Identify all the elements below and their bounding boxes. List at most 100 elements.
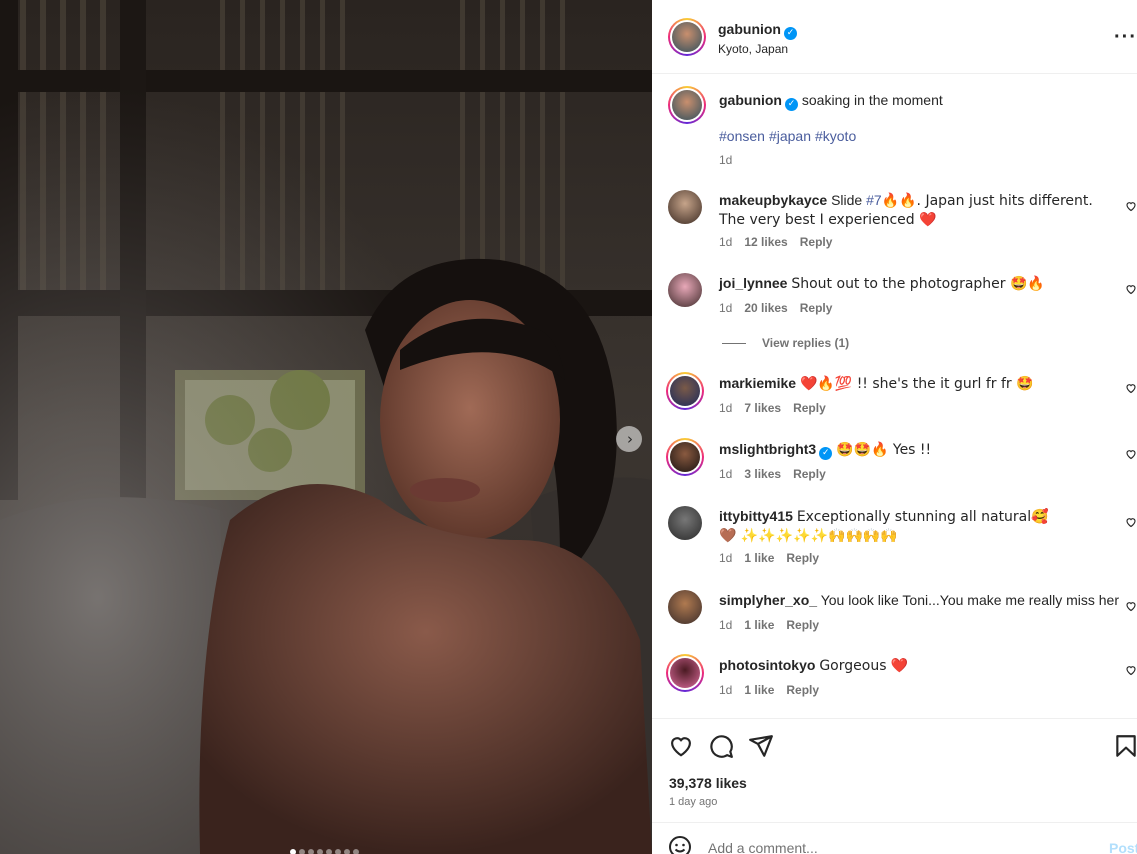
post-caption: gabunion ✓ soaking in the moment (719, 92, 943, 111)
comment-time: 1d (719, 551, 733, 565)
comment-text: Slide (831, 192, 867, 208)
heart-icon[interactable] (1125, 283, 1137, 295)
carousel-dot (299, 849, 305, 854)
reply-button[interactable]: Reply (800, 301, 833, 315)
comment-hashtag[interactable]: #7 (866, 192, 882, 208)
comment-body: makeupbykayce Slide #7🔥🔥. Japan just hit… (719, 191, 1119, 229)
commenter-avatar[interactable] (666, 438, 704, 476)
commenter-avatar[interactable] (668, 506, 702, 540)
caption-avatar[interactable] (668, 86, 706, 124)
comment-likes[interactable]: 1 like (744, 551, 774, 565)
comment-body: photosintokyo Gorgeous ❤️ (719, 656, 1119, 675)
carousel-dot (317, 849, 323, 854)
reply-button[interactable]: Reply (786, 618, 819, 632)
carousel-dot (308, 849, 314, 854)
comment-time: 1d (719, 235, 733, 249)
commenter-avatar[interactable] (666, 654, 704, 692)
view-replies-button[interactable]: View replies (1) (722, 336, 849, 350)
heart-icon[interactable] (1125, 516, 1137, 528)
heart-icon[interactable] (1125, 664, 1137, 676)
comment-time: 1d (719, 618, 733, 632)
likes-count[interactable]: 39,378 likes (669, 775, 747, 791)
commenter-username[interactable]: markiemike (719, 375, 796, 391)
post-comment-button[interactable]: Post (1109, 840, 1137, 854)
comments-section[interactable]: gabunion ✓ soaking in the moment #onsen #j… (652, 74, 1137, 718)
send-icon[interactable] (748, 733, 774, 759)
hashtag-link[interactable]: #kyoto (815, 128, 856, 144)
post-header: gabunion ✓ Kyoto, Japan ··· (652, 0, 1137, 74)
author-name-row: gabunion ✓ (718, 21, 797, 40)
comment-time: 1d (719, 467, 733, 481)
carousel-dot (353, 849, 359, 854)
caption-hashtags: #onsen #japan #kyoto (719, 128, 860, 144)
commenter-username[interactable]: photosintokyo (719, 657, 815, 673)
caption-timestamp: 1d (719, 153, 733, 167)
author-avatar[interactable] (668, 18, 706, 56)
comment-icon[interactable] (708, 733, 734, 759)
post-timestamp: 1 day ago (669, 796, 718, 808)
reply-button[interactable]: Reply (793, 401, 826, 415)
comment-body: joi_lynnee Shout out to the photographer… (719, 274, 1119, 293)
post-side-panel: gabunion ✓ Kyoto, Japan ··· gabunion ✓ soa… (652, 0, 1137, 854)
commenter-avatar[interactable] (666, 372, 704, 410)
comment-meta: 1d 20 likes Reply (719, 301, 832, 315)
commenter-username[interactable]: makeupbykayce (719, 192, 827, 208)
heart-icon[interactable] (1125, 200, 1137, 212)
carousel-dot (326, 849, 332, 854)
comment-meta: 1d 1 like Reply (719, 683, 819, 697)
reply-button[interactable]: Reply (793, 467, 826, 481)
commenter-avatar[interactable] (668, 590, 702, 624)
comment-body: simplyher_xo_ You look like Toni...You m… (719, 591, 1119, 609)
comment-text: 🤩🤩🔥 Yes !! (836, 442, 932, 458)
author-username[interactable]: gabunion (718, 21, 781, 37)
comment-likes[interactable]: 3 likes (744, 467, 781, 481)
heart-icon[interactable] (1125, 382, 1137, 394)
replies-divider-line (722, 342, 746, 344)
verified-badge-icon: ✓ (819, 447, 833, 460)
more-options-icon[interactable]: ··· (1114, 26, 1137, 49)
reply-button[interactable]: Reply (786, 551, 819, 565)
hashtag-link[interactable]: #onsen (719, 128, 765, 144)
comment-likes[interactable]: 7 likes (744, 401, 781, 415)
commenter-avatar[interactable] (668, 190, 702, 224)
comment-likes[interactable]: 20 likes (744, 301, 787, 315)
next-slide-button[interactable]: › (616, 426, 642, 452)
comment-meta: 1d 1 like Reply (719, 551, 819, 565)
verified-badge-icon: ✓ (785, 98, 798, 111)
heart-icon[interactable] (668, 733, 694, 759)
comment-likes[interactable]: 12 likes (744, 235, 787, 249)
emoji-icon[interactable] (668, 835, 692, 854)
caption-username[interactable]: gabunion (719, 92, 782, 108)
comment-likes[interactable]: 1 like (744, 618, 774, 632)
commenter-username[interactable]: mslightbright3 (719, 441, 816, 457)
reply-button[interactable]: Reply (800, 235, 833, 249)
commenter-username[interactable]: ittybitty415 (719, 508, 793, 524)
comment-meta: 1d 7 likes Reply (719, 401, 826, 415)
bookmark-icon[interactable] (1113, 733, 1137, 759)
view-replies-label: View replies (1) (762, 336, 850, 350)
comment-meta: 1d 1 like Reply (719, 618, 819, 632)
heart-icon[interactable] (1125, 448, 1137, 460)
comment-likes[interactable]: 1 like (744, 683, 774, 697)
comment-body: mslightbright3 ✓ 🤩🤩🔥 Yes !! (719, 440, 1119, 460)
comment-time: 1d (719, 301, 733, 315)
commenter-avatar[interactable] (668, 273, 702, 307)
post-location[interactable]: Kyoto, Japan (718, 42, 788, 56)
comment-body: markiemike ❤️🔥💯 !! she's the it gurl fr … (719, 374, 1119, 393)
carousel-dot (290, 849, 296, 854)
comment-input[interactable] (708, 837, 1088, 854)
post-photo (0, 0, 652, 854)
verified-badge-icon: ✓ (784, 27, 797, 40)
comment-body: ittybitty415 Exceptionally stunning all … (719, 507, 1049, 545)
hashtag-link[interactable]: #japan (769, 128, 811, 144)
carousel-dot (335, 849, 341, 854)
comment-text: ❤️🔥💯 !! she's the it gurl fr fr 🤩 (799, 376, 1034, 392)
commenter-username[interactable]: simplyher_xo_ (719, 592, 817, 608)
comment-meta: 1d 12 likes Reply (719, 235, 832, 249)
reply-button[interactable]: Reply (786, 683, 819, 697)
carousel-dot (344, 849, 350, 854)
post-media[interactable]: › (0, 0, 652, 854)
heart-icon[interactable] (1125, 600, 1137, 612)
commenter-username[interactable]: joi_lynnee (719, 275, 787, 291)
caption-text: soaking in the moment (801, 92, 943, 108)
